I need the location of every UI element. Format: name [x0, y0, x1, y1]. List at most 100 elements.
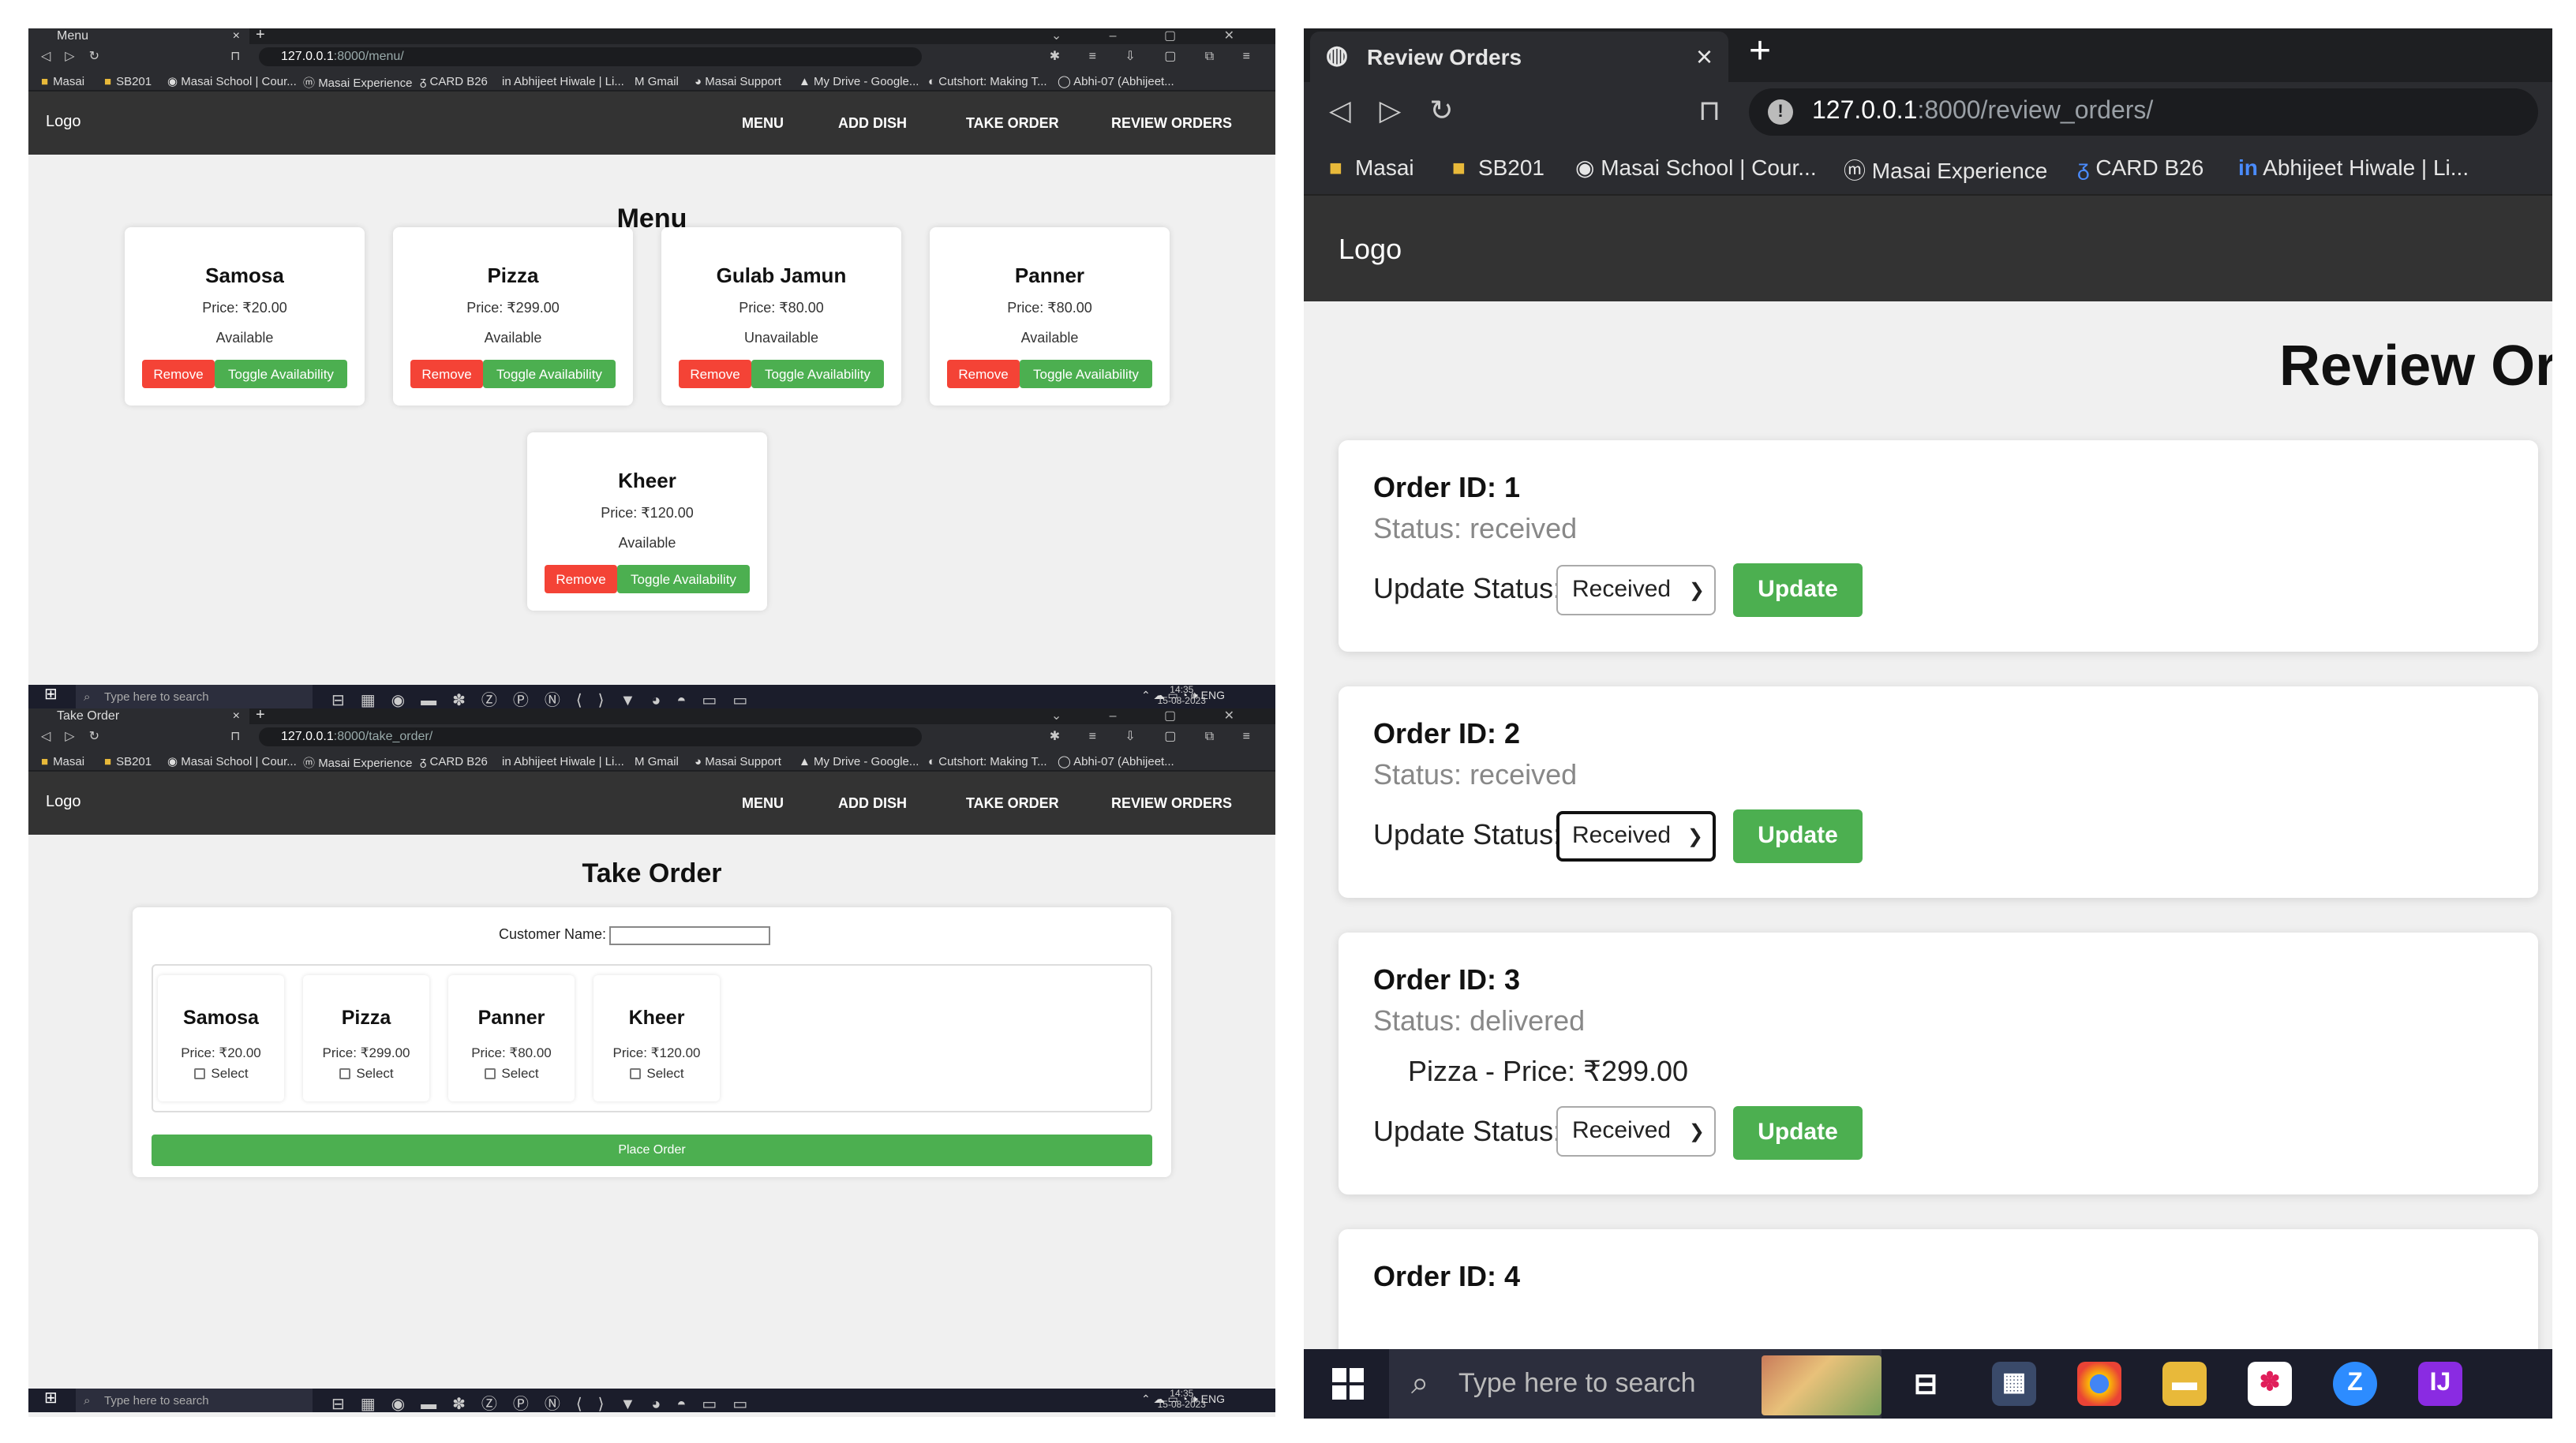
status-select[interactable]: Received ❯ — [1556, 1106, 1716, 1157]
bookmark-item[interactable]: ◯ Abhi-07 (Abhijeet... — [1058, 754, 1174, 768]
extension-icons[interactable]: ✱ ≡ ⇩ ▢ ⧉ ≡ — [1050, 49, 1263, 65]
bookmark-item[interactable]: ◯ Abhi-07 (Abhijeet... — [1058, 74, 1174, 88]
update-button[interactable]: Update — [1733, 1106, 1863, 1160]
bookmark-item[interactable]: ◕ Masai Support — [695, 754, 781, 768]
file-explorer-icon[interactable]: ▬ — [2162, 1362, 2207, 1406]
tab-review-orders[interactable]: ◍ Review Orders × — [1310, 32, 1728, 82]
update-button[interactable]: Update — [1733, 563, 1863, 617]
nav-buttons[interactable]: ◁▷↻ — [41, 729, 114, 743]
nav-link-review-orders[interactable]: REVIEW ORDERS — [1111, 115, 1232, 131]
nav-link-menu[interactable]: MENU — [742, 115, 784, 131]
bookmark-item[interactable]: ◉ Masai School | Cour... — [1575, 155, 1817, 181]
bookmark-item[interactable]: ᵹ CARD B26 — [420, 754, 488, 768]
bookmark-item[interactable]: ■ Masai — [41, 754, 84, 768]
url-field[interactable]: 127.0.0.1:8000/take_order/ — [259, 727, 922, 746]
taskbar-search[interactable]: ⌕ Type here to search — [76, 685, 313, 708]
close-tab-icon[interactable]: × — [1696, 32, 1713, 82]
bookmark-item[interactable]: ⓜ Masai Experience — [303, 754, 412, 772]
windows-start-icon[interactable]: ⊞ — [44, 686, 58, 704]
new-tab-icon[interactable]: + — [256, 28, 265, 44]
extension-icons[interactable]: ✱ ≡ ⇩ ▢ ⧉ ≡ — [1050, 729, 1263, 745]
toggle-availability-button[interactable]: Toggle Availability — [215, 360, 347, 388]
nav-link-menu[interactable]: MENU — [742, 795, 784, 811]
customer-name-input[interactable] — [609, 926, 770, 945]
nav-buttons[interactable]: ◁▷↻ — [41, 49, 114, 63]
update-button[interactable]: Update — [1733, 809, 1863, 863]
nav-link-add-dish[interactable]: ADD DISH — [838, 795, 907, 811]
item-select[interactable]: Select — [593, 1065, 720, 1081]
site-info-icon[interactable]: ! — [1768, 99, 1793, 125]
remove-button[interactable]: Remove — [142, 360, 215, 388]
bookmark-item[interactable]: ⓜ Masai Experience — [303, 74, 412, 92]
bookmark-item[interactable]: ◕ Masai Support — [695, 74, 781, 88]
toggle-availability-button[interactable]: Toggle Availability — [483, 360, 616, 388]
select-checkbox[interactable] — [193, 1068, 205, 1079]
close-tab-icon[interactable]: × — [233, 708, 240, 724]
chrome-icon[interactable] — [2077, 1362, 2121, 1406]
windows-start-icon[interactable]: ⊞ — [44, 1390, 58, 1407]
bookmark-item[interactable]: ■ SB201 — [1452, 155, 1544, 180]
item-select[interactable]: Select — [448, 1065, 575, 1081]
bookmark-item[interactable]: ▲ My Drive - Google... — [799, 74, 919, 88]
new-tab-icon[interactable]: + — [256, 708, 265, 724]
tab-take-order[interactable]: Take Order × — [28, 708, 249, 724]
nav-link-take-order[interactable]: TAKE ORDER — [966, 795, 1059, 811]
bookmark-item[interactable]: in Abhijeet Hiwale | Li... — [502, 74, 624, 88]
bookmark-item[interactable]: ⓜ Masai Experience — [1844, 155, 2047, 186]
taskbar-search[interactable]: ⌕ Type here to search — [76, 1389, 313, 1412]
window-controls[interactable]: ⌄ – ▢ ✕ — [1051, 28, 1256, 43]
intellij-icon[interactable]: IJ — [2418, 1362, 2462, 1406]
taskbar-app-icons[interactable]: ⊟▦◉▬✽ⓏⓅⓃ⟨⟩▼◕◓▭▭ — [331, 1390, 763, 1414]
bookmark-item[interactable]: ■ SB201 — [104, 754, 152, 768]
select-checkbox[interactable] — [629, 1068, 641, 1079]
toggle-availability-button[interactable]: Toggle Availability — [751, 360, 884, 388]
bookmark-icon[interactable]: ⊓ — [230, 729, 241, 743]
item-select[interactable]: Select — [303, 1065, 429, 1081]
bookmark-item[interactable]: ■ Masai — [1329, 155, 1414, 180]
zoom-icon[interactable]: Z — [2333, 1362, 2377, 1406]
bookmark-item[interactable]: in Abhijeet Hiwale | Li... — [502, 754, 624, 768]
bookmark-item[interactable]: ᵹ CARD B26 — [2077, 155, 2203, 180]
chevron-down-icon: ❯ — [1688, 1120, 1705, 1142]
calculator-icon[interactable]: ▦ — [1992, 1362, 2036, 1406]
select-checkbox[interactable] — [484, 1068, 496, 1079]
remove-button[interactable]: Remove — [947, 360, 1020, 388]
bookmark-item[interactable]: ◉ Masai School | Cour... — [167, 74, 297, 88]
bookmark-item[interactable]: ◐ Cutshort: Making T... — [928, 74, 1047, 88]
url-field[interactable]: ! 127.0.0.1:8000/review_orders/ — [1749, 88, 2538, 136]
remove-button[interactable]: Remove — [410, 360, 483, 388]
bookmark-item[interactable]: ■ SB201 — [104, 74, 152, 88]
tab-menu[interactable]: Menu × — [28, 28, 249, 44]
window-controls[interactable]: ⌄ – ▢ ✕ — [1051, 708, 1256, 723]
new-tab-icon[interactable]: + — [1749, 30, 1771, 74]
bookmark-item[interactable]: in Abhijeet Hiwale | Li... — [2238, 155, 2469, 180]
nav-link-add-dish[interactable]: ADD DISH — [838, 115, 907, 131]
windows-start-icon[interactable] — [1332, 1368, 1364, 1400]
status-select[interactable]: Received ❯ — [1556, 811, 1716, 862]
taskbar-app-icons[interactable]: ⊟▦◉▬✽ⓏⓅⓃ⟨⟩▼◕◓▭▭ — [331, 686, 763, 708]
bookmark-icon[interactable]: ⊓ — [1698, 95, 1720, 128]
bookmark-item[interactable]: M Gmail — [635, 754, 679, 768]
bookmark-icon[interactable]: ⊓ — [230, 49, 241, 63]
remove-button[interactable]: Remove — [545, 565, 617, 593]
select-checkbox[interactable] — [339, 1068, 350, 1079]
status-select[interactable]: Received ❯ — [1556, 565, 1716, 615]
item-select[interactable]: Select — [158, 1065, 284, 1081]
remove-button[interactable]: Remove — [679, 360, 751, 388]
url-field[interactable]: 127.0.0.1:8000/menu/ — [259, 47, 922, 66]
bookmark-item[interactable]: ᵹ CARD B26 — [420, 74, 488, 88]
nav-link-take-order[interactable]: TAKE ORDER — [966, 115, 1059, 131]
place-order-button[interactable]: Place Order — [152, 1135, 1152, 1166]
slack-icon[interactable]: ✽ — [2248, 1362, 2292, 1406]
bookmark-item[interactable]: ■ Masai — [41, 74, 84, 88]
nav-link-review-orders[interactable]: REVIEW ORDERS — [1111, 795, 1232, 811]
nav-buttons[interactable]: ◁▷↻ — [1329, 95, 1482, 128]
bookmark-item[interactable]: ◉ Masai School | Cour... — [167, 754, 297, 768]
toggle-availability-button[interactable]: Toggle Availability — [617, 565, 750, 593]
toggle-availability-button[interactable]: Toggle Availability — [1020, 360, 1152, 388]
bookmark-item[interactable]: ▲ My Drive - Google... — [799, 754, 919, 768]
task-view-icon[interactable]: ⊟ — [1904, 1362, 1948, 1406]
bookmark-item[interactable]: ◐ Cutshort: Making T... — [928, 754, 1047, 768]
close-tab-icon[interactable]: × — [233, 28, 240, 44]
bookmark-item[interactable]: M Gmail — [635, 74, 679, 88]
